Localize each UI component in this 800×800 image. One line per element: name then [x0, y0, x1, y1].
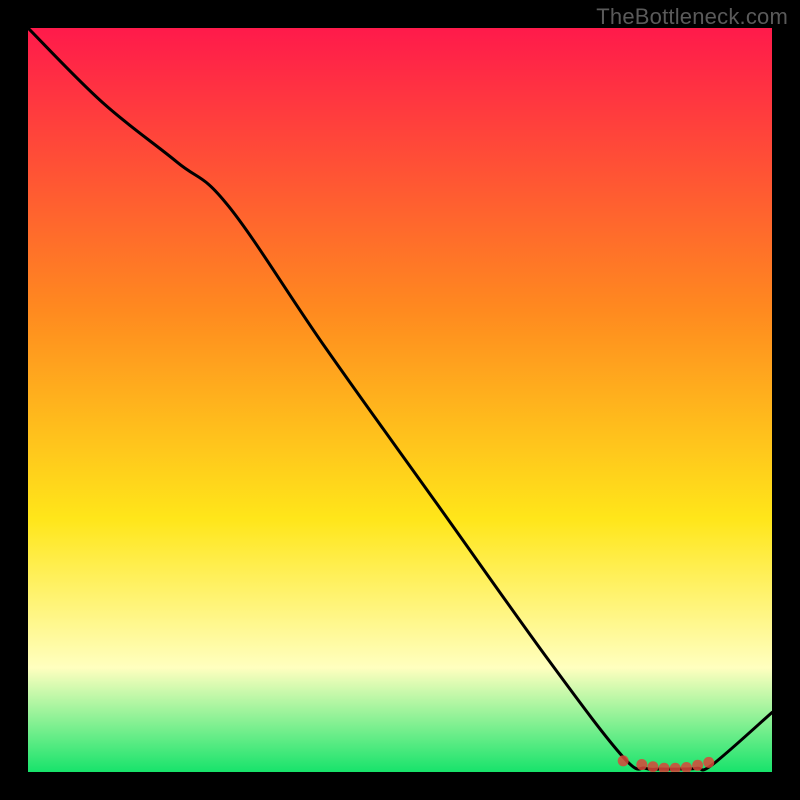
highlight-dot — [703, 757, 714, 768]
highlight-dot — [647, 761, 658, 772]
highlight-dot — [636, 759, 647, 770]
chart-frame: TheBottleneck.com — [0, 0, 800, 800]
watermark-text: TheBottleneck.com — [596, 4, 788, 30]
gradient-background — [28, 28, 772, 772]
highlight-dot — [618, 755, 629, 766]
chart-plot-area — [28, 28, 772, 772]
highlight-dot — [692, 760, 703, 771]
chart-svg — [28, 28, 772, 772]
